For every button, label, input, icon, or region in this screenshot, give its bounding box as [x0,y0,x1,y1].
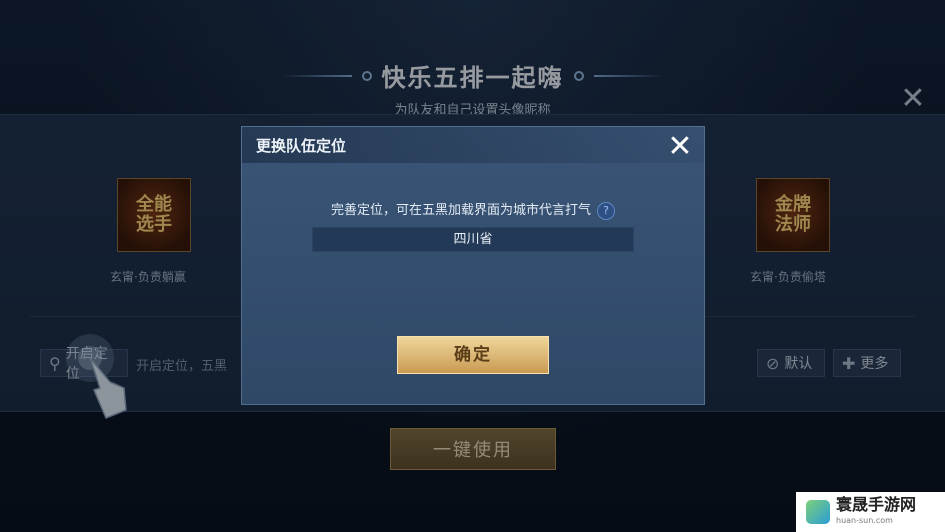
confirm-button[interactable]: 确定 [397,336,549,374]
watermark-url: huan-sun.com [836,516,893,525]
watermark-text: 寰晟手游网 huan-sun.com [836,496,916,528]
province-field[interactable]: 四川省 [312,227,634,252]
dialog-title: 更换队伍定位 [256,137,347,155]
help-icon[interactable]: ? [597,201,615,220]
close-icon[interactable]: ✕ [664,131,696,163]
watermark-name: 寰晟手游网 [836,495,917,514]
watermark-logo-icon [806,500,830,524]
dialog-description: 完善定位，可在五黑加载界面为城市代言打气? [242,199,704,220]
change-location-dialog: 更换队伍定位 ✕ 完善定位，可在五黑加载界面为城市代言打气? 四川省 确定 [241,126,705,405]
watermark: 寰晟手游网 huan-sun.com [796,492,945,532]
dialog-description-text: 完善定位，可在五黑加载界面为城市代言打气 [330,203,591,218]
